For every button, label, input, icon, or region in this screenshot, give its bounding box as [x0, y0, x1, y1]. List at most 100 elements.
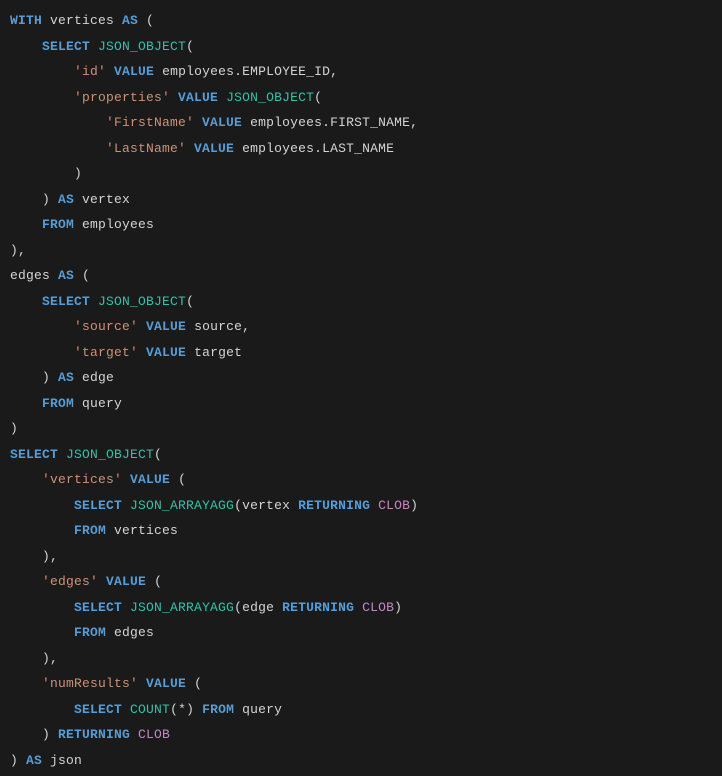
- token-op: [370, 498, 378, 513]
- token-op: (: [170, 472, 186, 487]
- token-op: [122, 600, 130, 615]
- code-line: FROM edges: [10, 620, 712, 646]
- token-kw: VALUE: [106, 574, 146, 589]
- token-op: (: [314, 90, 322, 105]
- code-line: ) AS vertex: [10, 187, 712, 213]
- token-op: [90, 39, 98, 54]
- code-line: 'numResults' VALUE (: [10, 671, 712, 697]
- token-op: [10, 115, 106, 130]
- code-line: 'id' VALUE employees.EMPLOYEE_ID,: [10, 59, 712, 85]
- token-kw: VALUE: [178, 90, 218, 105]
- token-op: [10, 676, 42, 691]
- code-line: ),: [10, 238, 712, 264]
- token-kw: SELECT: [42, 294, 90, 309]
- token-ret: CLOB: [362, 600, 394, 615]
- token-kw: RETURNING: [298, 498, 370, 513]
- code-line: ),: [10, 544, 712, 570]
- code-line: SELECT JSON_OBJECT(: [10, 442, 712, 468]
- token-op: ): [410, 498, 418, 513]
- token-kw: RETURNING: [58, 727, 130, 742]
- token-kw: SELECT: [74, 600, 122, 615]
- code-line: 'edges' VALUE (: [10, 569, 712, 595]
- token-id: employees.LAST_NAME: [234, 141, 394, 156]
- token-op: [10, 702, 74, 717]
- token-op: [10, 600, 74, 615]
- token-fn: JSON_OBJECT: [66, 447, 154, 462]
- token-id: employees: [74, 217, 154, 232]
- token-id: source,: [186, 319, 250, 334]
- token-op: ),: [10, 243, 26, 258]
- token-kw: AS: [26, 753, 42, 768]
- token-op: [122, 472, 130, 487]
- token-id: employees.FIRST_NAME,: [242, 115, 418, 130]
- token-op: [10, 294, 42, 309]
- token-op: [58, 447, 66, 462]
- token-op: ),: [10, 651, 58, 666]
- token-kw: SELECT: [42, 39, 90, 54]
- token-op: [10, 472, 42, 487]
- token-kw: AS: [122, 13, 138, 28]
- token-op: (: [138, 13, 154, 28]
- token-id: vertex: [74, 192, 130, 207]
- token-kw: VALUE: [146, 319, 186, 334]
- code-line: SELECT COUNT(*) FROM query: [10, 697, 712, 723]
- code-line: ) AS edge: [10, 365, 712, 391]
- token-op: (: [186, 676, 202, 691]
- token-kw: FROM: [42, 217, 74, 232]
- code-line: ) AS json: [10, 748, 712, 774]
- token-op: ): [10, 192, 58, 207]
- token-op: [138, 345, 146, 360]
- token-str: 'LastName': [106, 141, 186, 156]
- token-kw: VALUE: [146, 345, 186, 360]
- token-op: [10, 217, 42, 232]
- token-op: [122, 498, 130, 513]
- token-op: [186, 141, 194, 156]
- token-kw: SELECT: [10, 447, 58, 462]
- token-op: [10, 625, 74, 640]
- token-id: edge: [74, 370, 114, 385]
- token-fn: JSON_OBJECT: [98, 294, 186, 309]
- code-line: ) RETURNING CLOB: [10, 722, 712, 748]
- token-kw: VALUE: [202, 115, 242, 130]
- token-op: ): [10, 370, 58, 385]
- code-line: SELECT JSON_OBJECT(: [10, 34, 712, 60]
- token-op: ): [10, 421, 18, 436]
- token-kw: WITH: [10, 13, 42, 28]
- token-op: [10, 396, 42, 411]
- token-str: 'FirstName': [106, 115, 194, 130]
- token-op: ): [10, 753, 26, 768]
- token-op: [106, 64, 114, 79]
- sql-code-block[interactable]: WITH vertices AS ( SELECT JSON_OBJECT( '…: [0, 0, 722, 776]
- code-line: SELECT JSON_OBJECT(: [10, 289, 712, 315]
- token-op: (*): [170, 702, 202, 717]
- token-op: ): [10, 727, 58, 742]
- token-ret: CLOB: [378, 498, 410, 513]
- token-op: [138, 676, 146, 691]
- code-line: FROM vertices: [10, 518, 712, 544]
- token-op: (: [74, 268, 90, 283]
- token-str: 'vertices': [42, 472, 122, 487]
- token-op: [10, 141, 106, 156]
- token-fn: JSON_OBJECT: [98, 39, 186, 54]
- token-op: [10, 90, 74, 105]
- token-id: vertices: [42, 13, 122, 28]
- token-kw: VALUE: [194, 141, 234, 156]
- code-line: SELECT JSON_ARRAYAGG(edge RETURNING CLOB…: [10, 595, 712, 621]
- token-op: [194, 115, 202, 130]
- code-line: SELECT JSON_ARRAYAGG(vertex RETURNING CL…: [10, 493, 712, 519]
- token-op: ): [10, 166, 82, 181]
- code-line: 'FirstName' VALUE employees.FIRST_NAME,: [10, 110, 712, 136]
- token-kw: VALUE: [130, 472, 170, 487]
- token-op: (: [154, 447, 162, 462]
- token-str: 'target': [74, 345, 138, 360]
- token-op: (: [186, 294, 194, 309]
- token-kw: AS: [58, 192, 74, 207]
- token-id: employees.EMPLOYEE_ID,: [154, 64, 338, 79]
- token-op: [98, 574, 106, 589]
- code-line: 'LastName' VALUE employees.LAST_NAME: [10, 136, 712, 162]
- token-op: [10, 319, 74, 334]
- token-kw: FROM: [42, 396, 74, 411]
- token-op: [170, 90, 178, 105]
- token-id: (vertex: [234, 498, 298, 513]
- token-op: [122, 702, 130, 717]
